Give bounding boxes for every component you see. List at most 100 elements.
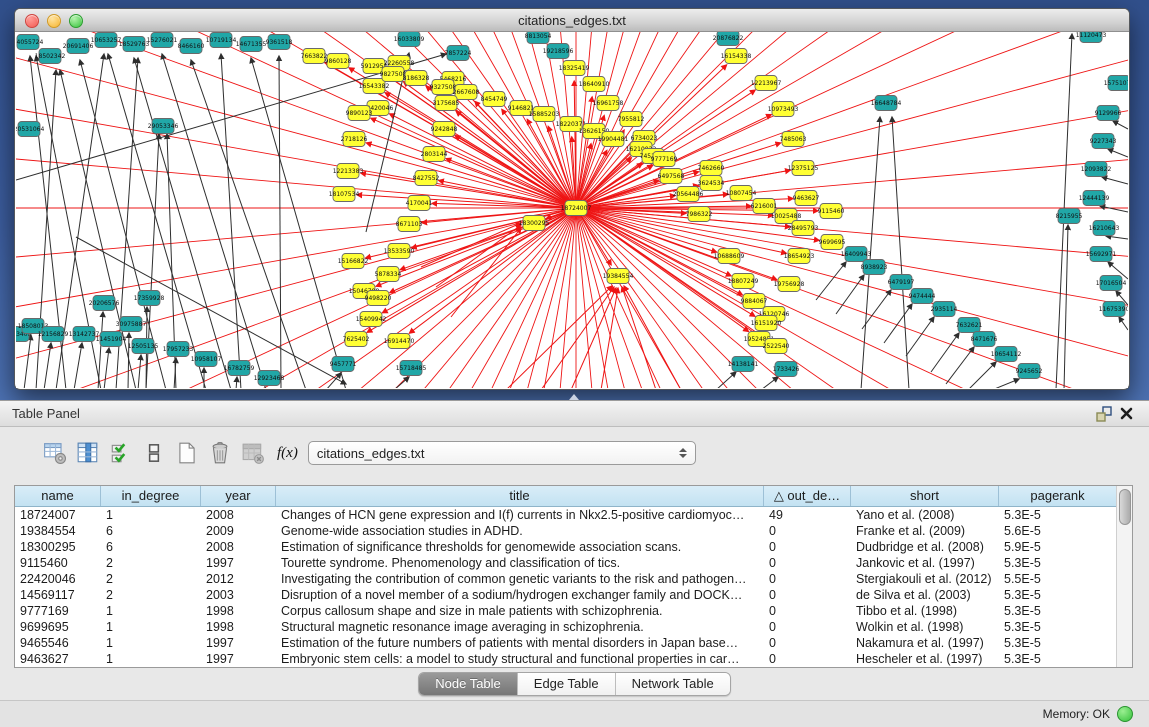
citation-edge-black[interactable] <box>221 54 241 388</box>
graph-node[interactable]: 18325419 <box>559 61 590 76</box>
column-header-3[interactable]: title <box>276 486 764 506</box>
graph-node[interactable]: 18502342 <box>35 49 66 64</box>
table-row[interactable]: 969969511998Structural magnetic resonanc… <box>15 619 1116 635</box>
graph-node[interactable]: 8466160 <box>178 39 205 54</box>
table-row[interactable]: 1830029562008Estimation of significance … <box>15 539 1116 555</box>
graph-node[interactable]: 12444139 <box>1079 191 1110 206</box>
graph-node[interactable]: 9498220 <box>365 291 392 306</box>
graph-node[interactable]: 2522540 <box>763 339 790 354</box>
network-window[interactable]: citations_edges.txt 24055724185023422069… <box>14 8 1130 390</box>
graph-node[interactable]: 11120473 <box>1076 32 1107 43</box>
graph-node[interactable]: 10654112 <box>991 347 1022 362</box>
graph-node[interactable]: 10653257 <box>91 33 122 48</box>
graph-node[interactable]: 18724007 <box>561 201 592 216</box>
column-header-2[interactable]: year <box>201 486 276 506</box>
graph-node[interactable]: 17359928 <box>134 291 165 306</box>
graph-node[interactable]: 12375125 <box>788 161 819 176</box>
column-header-0[interactable]: name <box>15 486 101 506</box>
show-columns-button[interactable] <box>75 440 101 466</box>
close-window-button[interactable] <box>25 14 39 28</box>
citation-edge-red[interactable] <box>576 208 1128 388</box>
graph-node[interactable]: 12156829 <box>38 327 69 342</box>
column-header-5[interactable]: short <box>851 486 999 506</box>
float-panel-button[interactable] <box>1093 404 1115 424</box>
graph-node[interactable]: 10688609 <box>714 249 745 264</box>
graph-node[interactable]: 7462660 <box>698 161 725 176</box>
graph-node[interactable]: 16914470 <box>384 334 415 349</box>
graph-node[interactable]: 9474444 <box>909 289 936 304</box>
graph-node[interactable]: 18807249 <box>728 274 759 289</box>
graph-node[interactable]: 9777169 <box>651 152 678 167</box>
graph-node[interactable]: 16782759 <box>224 361 255 376</box>
table-row[interactable]: 911546021997Tourette syndrome. Phenomeno… <box>15 555 1116 571</box>
citation-edge-red[interactable] <box>576 208 1128 388</box>
graph-node[interactable]: 3624534 <box>698 176 725 191</box>
table-row[interactable]: 946362711997Embryonic stem cells: a mode… <box>15 651 1116 667</box>
column-header-6[interactable]: pagerank <box>999 486 1116 506</box>
scrollbar-thumb[interactable] <box>1119 489 1131 525</box>
citation-edge-red[interactable] <box>451 228 521 317</box>
graph-node[interactable]: 18300295 <box>519 216 550 231</box>
citation-edge-black[interactable] <box>162 54 266 388</box>
graph-node[interactable]: 8215955 <box>1056 209 1083 224</box>
graph-node[interactable]: 17016504 <box>1096 276 1127 291</box>
graph-node[interactable]: 16154338 <box>721 49 752 64</box>
table-row[interactable]: 946554611997Estimation of the future num… <box>15 635 1116 651</box>
graph-node[interactable]: 29053346 <box>148 119 179 134</box>
citation-edge-black[interactable] <box>104 348 109 388</box>
graph-node[interactable]: 6216001 <box>751 199 778 214</box>
citation-edge-black[interactable] <box>1064 225 1068 388</box>
citation-edge-red[interactable] <box>576 208 1128 388</box>
graph-node[interactable]: 16210643 <box>1089 221 1120 236</box>
table-row[interactable]: 1938455462009Genome-wide association stu… <box>15 523 1116 539</box>
graph-node[interactable]: 7857224 <box>445 46 472 61</box>
table-row[interactable]: 1872400712008Changes of HCN gene express… <box>15 507 1116 523</box>
graph-node[interactable]: 10719134 <box>206 33 237 48</box>
citation-edge-black[interactable] <box>138 355 141 388</box>
graph-node[interactable]: 15692971 <box>1086 247 1117 262</box>
graph-node[interactable]: 7632621 <box>956 318 983 333</box>
memory-status-icon[interactable] <box>1117 706 1133 722</box>
row-height-button[interactable] <box>141 440 167 466</box>
table-selector-dropdown[interactable]: citations_edges.txt <box>308 441 696 465</box>
close-panel-button[interactable] <box>1115 404 1137 424</box>
citation-edge-black[interactable] <box>191 60 306 388</box>
graph-node[interactable]: 20691406 <box>63 39 94 54</box>
citation-edge-red[interactable] <box>576 208 802 388</box>
graph-node[interactable]: 9227343 <box>1090 134 1117 149</box>
graph-node[interactable]: 7663822 <box>301 49 328 64</box>
table-settings-button[interactable] <box>42 440 68 466</box>
graph-node[interactable]: 4170041 <box>406 196 433 211</box>
graph-node[interactable]: 9361518 <box>266 35 293 50</box>
graph-node[interactable]: 8938923 <box>861 260 888 275</box>
citation-edge-black[interactable] <box>1100 206 1128 212</box>
citation-edge-black[interactable] <box>816 262 846 300</box>
citation-edge-red[interactable] <box>463 208 576 388</box>
graph-node[interactable]: 9884067 <box>741 294 768 309</box>
graph-node[interactable]: 20531064 <box>16 122 44 137</box>
graph-node[interactable]: 9242848 <box>431 122 458 137</box>
graph-node[interactable]: 20564486 <box>673 187 704 202</box>
graph-node[interactable]: 9129966 <box>1095 106 1122 121</box>
graph-node[interactable]: 18654923 <box>784 249 815 264</box>
graph-node[interactable]: 9463627 <box>793 191 820 206</box>
citation-edge-black[interactable] <box>1106 236 1128 239</box>
window-titlebar[interactable]: citations_edges.txt <box>15 9 1129 32</box>
citation-edge-red[interactable] <box>576 208 1128 388</box>
graph-node[interactable]: 16033809 <box>394 32 425 47</box>
graph-node[interactable]: 24055724 <box>16 35 43 50</box>
citation-edge-red[interactable] <box>576 32 802 208</box>
graph-node[interactable]: 8813054 <box>525 32 552 44</box>
graph-node[interactable]: 1733426 <box>773 362 800 377</box>
create-column-button[interactable] <box>174 440 200 466</box>
tab-edge-table[interactable]: Edge Table <box>518 673 616 695</box>
delete-column-button[interactable] <box>207 440 233 466</box>
citation-edge-black[interactable] <box>1102 177 1128 184</box>
graph-node[interactable]: 9457771 <box>330 357 357 372</box>
citation-edge-black[interactable] <box>24 335 31 388</box>
network-canvas[interactable]: 2405572418502342206914061065325718529763… <box>16 32 1128 388</box>
graph-node[interactable]: 9115460 <box>818 204 845 219</box>
table-row[interactable]: 2242004622012Investigating the contribut… <box>15 571 1116 587</box>
graph-node[interactable]: 30975887 <box>116 317 147 332</box>
citation-edge-black[interactable] <box>74 343 82 388</box>
